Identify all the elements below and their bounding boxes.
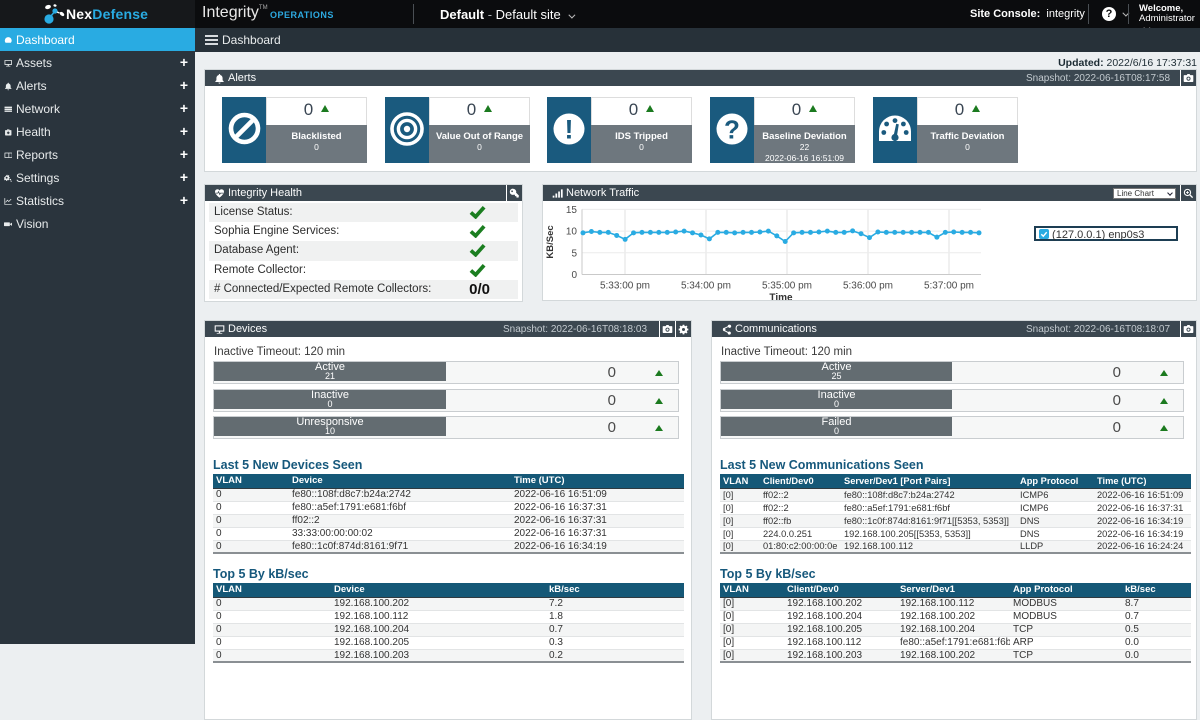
svg-text:5:33:00 pm: 5:33:00 pm: [600, 281, 650, 292]
svg-text:5:36:00 pm: 5:36:00 pm: [843, 281, 893, 292]
svg-text:15: 15: [566, 205, 578, 216]
svg-text:0: 0: [571, 270, 577, 281]
svg-text:10: 10: [566, 227, 578, 238]
svg-text:5:37:00 pm: 5:37:00 pm: [924, 281, 974, 292]
svg-text:?: ?: [724, 115, 740, 145]
svg-text:5:34:00 pm: 5:34:00 pm: [681, 281, 731, 292]
svg-text:KB/Sec: KB/Sec: [545, 225, 556, 258]
svg-text:5: 5: [571, 248, 577, 259]
svg-text:Time: Time: [769, 293, 793, 301]
svg-text:!: !: [565, 115, 574, 145]
svg-text:5:35:00 pm: 5:35:00 pm: [762, 281, 812, 292]
